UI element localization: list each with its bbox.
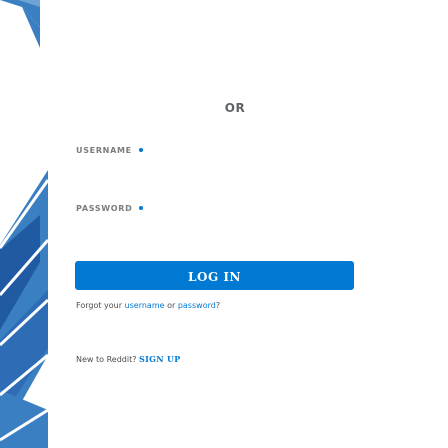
username-input[interactable]: [76, 160, 350, 180]
password-label: PASSWORD: [76, 204, 133, 213]
password-field[interactable]: PASSWORD: [76, 204, 351, 239]
sign-up-link[interactable]: SIGN UP: [139, 354, 181, 364]
decorative-art-panel: [0, 0, 48, 448]
required-dot-icon: [139, 206, 143, 210]
decorative-art-illustration: [0, 0, 48, 448]
log-in-button[interactable]: LOG IN: [75, 261, 354, 290]
forgot-username-link[interactable]: username: [125, 301, 165, 310]
password-input[interactable]: [76, 218, 350, 238]
username-label: USERNAME: [76, 146, 132, 155]
or-divider-label: OR: [224, 101, 246, 115]
required-dot-icon: [139, 148, 143, 152]
signup-prompt: New to Reddit? SIGN UP: [76, 354, 181, 364]
username-field[interactable]: USERNAME: [76, 146, 351, 181]
forgot-credentials-text: Forgot your username or password?: [76, 301, 221, 310]
forgot-password-link[interactable]: password: [178, 301, 216, 310]
signup-prompt-text: New to Reddit?: [76, 355, 137, 364]
